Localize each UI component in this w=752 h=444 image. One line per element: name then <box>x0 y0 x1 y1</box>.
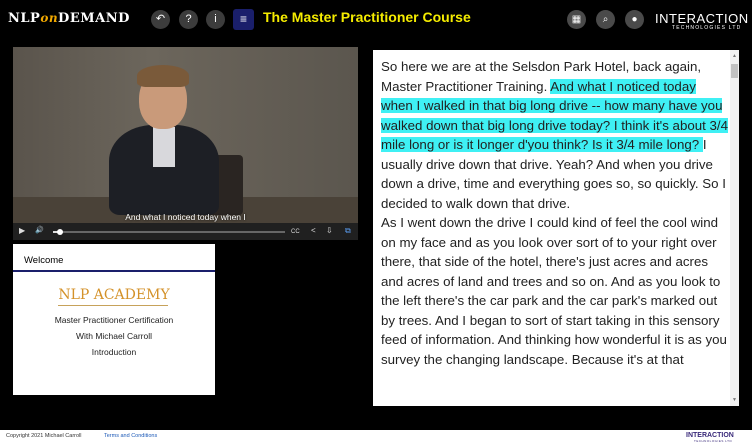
brand-prefix: NLP <box>8 11 41 26</box>
terms-link[interactable]: Terms and Conditions <box>104 433 157 439</box>
welcome-panel: Welcome NLP ACADEMY Master Practitioner … <box>13 244 215 395</box>
menu-icon[interactable]: ≡ <box>233 9 254 30</box>
copyright-text: Copyright 2021 Michael Carroll <box>6 433 82 439</box>
captions-icon[interactable]: CC <box>291 227 300 237</box>
welcome-title: Welcome <box>24 255 64 266</box>
footer-logo: INTERACTION <box>686 432 734 439</box>
transcript-scrollbar[interactable]: ▲ ▼ <box>730 50 739 406</box>
info-icon[interactable]: i <box>206 10 225 29</box>
video-caption: And what I noticed today when I <box>125 212 246 222</box>
play-icon[interactable]: ▶ <box>19 226 25 236</box>
transcript-text: So here we are at the Selsdon Park Hotel… <box>381 57 729 369</box>
app-window: NLPonDEMAND ↶ ? i ≡ The Master Practitio… <box>0 0 752 444</box>
brand-on: on <box>40 11 59 25</box>
company-logo: INTERACTION <box>655 11 749 26</box>
top-bar: NLPonDEMAND ↶ ? i ≡ The Master Practitio… <box>0 0 752 40</box>
volume-icon[interactable]: 🔊 <box>35 226 44 236</box>
video-player[interactable]: And what I noticed today when I ▶ 🔊 CC <… <box>13 47 358 240</box>
transcript-panel[interactable]: So here we are at the Selsdon Park Hotel… <box>373 50 739 406</box>
welcome-line-presenter: With Michael Carroll <box>75 331 153 341</box>
welcome-line-certification: Master Practitioner Certification <box>54 315 174 325</box>
picture-in-picture-icon[interactable]: ⧉ <box>345 226 351 236</box>
search-icon[interactable]: ⌕ <box>596 10 615 29</box>
scroll-down-icon[interactable]: ▼ <box>731 396 738 404</box>
video-frame-presenter-shirt <box>153 127 175 167</box>
welcome-divider <box>13 270 215 272</box>
course-title: The Master Practitioner Course <box>263 9 471 25</box>
brand-logo: NLPonDEMAND <box>8 11 130 26</box>
user-icon[interactable]: ● <box>625 10 644 29</box>
video-progress-knob[interactable] <box>56 229 63 235</box>
company-logo-sub: TECHNOLOGIES LTD <box>672 25 742 31</box>
back-icon[interactable]: ↶ <box>151 10 170 29</box>
footer-logo-sub: TECHNOLOGIES LTD <box>694 439 733 443</box>
welcome-line-section: Introduction <box>91 347 137 357</box>
video-controls: ▶ 🔊 CC < ⇩ ⧉ <box>13 223 358 240</box>
course-icon[interactable]: ▦ <box>567 10 586 29</box>
scroll-up-icon[interactable]: ▲ <box>731 52 738 60</box>
help-icon[interactable]: ? <box>179 10 198 29</box>
footer: Copyright 2021 Michael Carroll Terms and… <box>0 430 752 444</box>
video-progress-bar[interactable] <box>53 229 285 235</box>
nlp-academy-logo: NLP ACADEMY <box>58 287 170 303</box>
brand-suffix: DEMAND <box>58 11 130 26</box>
logo-underline <box>58 305 168 306</box>
share-icon[interactable]: < <box>311 226 316 236</box>
scroll-thumb[interactable] <box>731 64 738 78</box>
transcript-paragraph-2: As I went down the drive I could kind of… <box>381 215 727 367</box>
video-frame-presenter-hair <box>137 65 189 87</box>
download-icon[interactable]: ⇩ <box>326 226 333 236</box>
